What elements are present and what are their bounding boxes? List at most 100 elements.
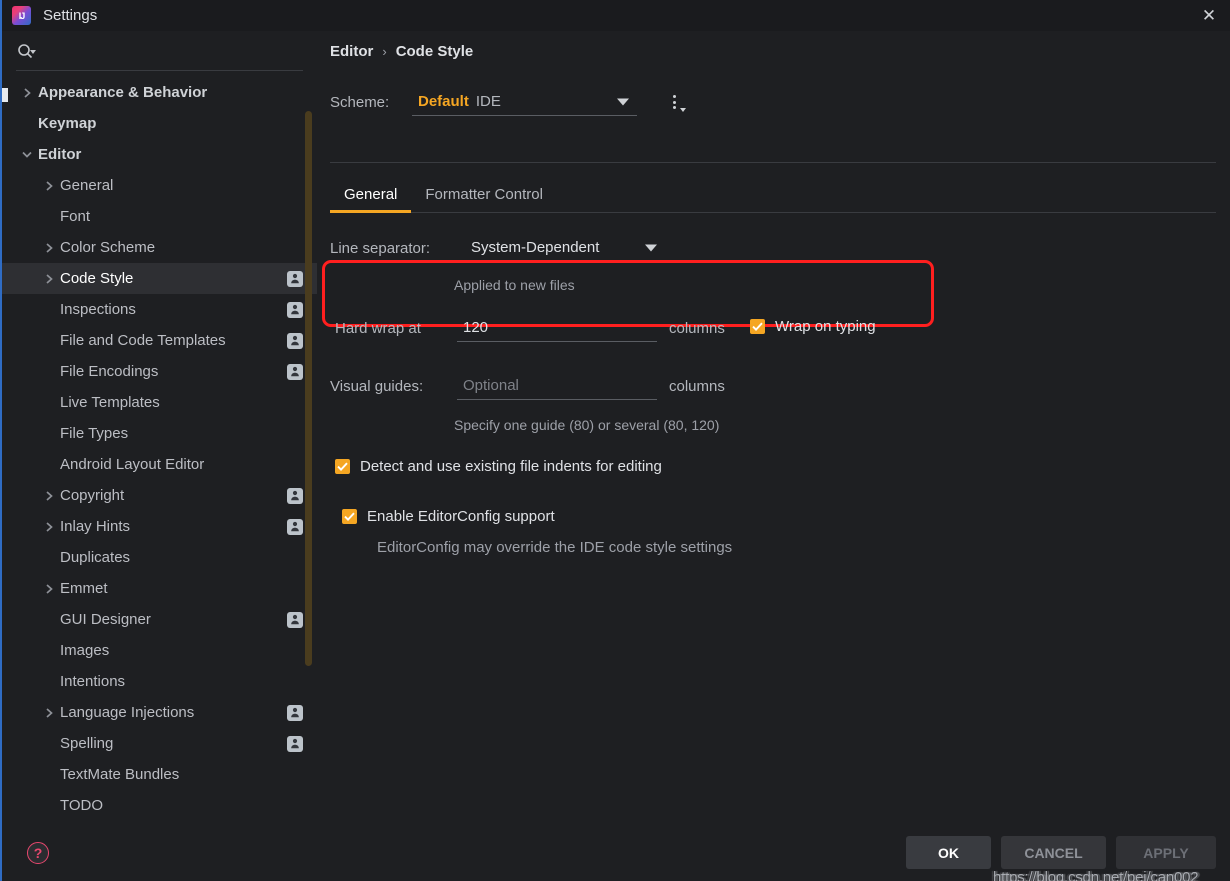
- sidebar-item-emmet[interactable]: Emmet: [2, 573, 317, 604]
- sidebar-item-color-scheme[interactable]: Color Scheme: [2, 232, 317, 263]
- tab-label: General: [344, 185, 398, 203]
- breadcrumb-current: Code Style: [395, 43, 474, 60]
- help-question-icon[interactable]: ?: [27, 842, 49, 864]
- sidebar-item-language-injections[interactable]: Language Injections: [2, 697, 317, 728]
- sidebar-item-gui-designer[interactable]: GUI Designer: [2, 604, 317, 635]
- sidebar-item-label: Intentions: [60, 673, 126, 690]
- sidebar-item-file-and-code-templates[interactable]: File and Code Templates: [2, 325, 317, 356]
- chevron-right-icon[interactable]: [38, 263, 60, 294]
- sidebar-item-label: TODO: [60, 797, 104, 814]
- window-title: Settings: [43, 7, 98, 24]
- sidebar-item-textmate-bundles[interactable]: TextMate Bundles: [2, 759, 317, 790]
- search-input[interactable]: [38, 37, 303, 64]
- sidebar-item-editor[interactable]: Editor: [2, 139, 317, 170]
- chevron-right-icon[interactable]: [38, 232, 60, 263]
- intellij-idea-logo: [12, 6, 31, 25]
- scheme-value-secondary: IDE: [475, 93, 501, 110]
- sidebar-item-label: File Types: [60, 425, 129, 442]
- visual-guides-field[interactable]: [457, 372, 657, 400]
- chevron-right-icon[interactable]: [38, 170, 60, 201]
- tab-formatter-control[interactable]: Formatter Control: [411, 176, 557, 212]
- sidebar-item-inlay-hints[interactable]: Inlay Hints: [2, 511, 317, 542]
- sidebar-item-label: Copyright: [60, 487, 125, 504]
- checkbox-checked-icon: [342, 509, 357, 524]
- visual-guides-hint: Specify one guide (80) or several (80, 1…: [454, 417, 720, 433]
- sidebar-item-inspections[interactable]: Inspections: [2, 294, 317, 325]
- sidebar-item-live-templates[interactable]: Live Templates: [2, 387, 317, 418]
- settings-tree: Appearance & Behavior Keymap Editor General…: [2, 77, 317, 821]
- sidebar-item-appearance-behavior[interactable]: Appearance & Behavior: [2, 77, 317, 108]
- sidebar-item-copyright[interactable]: Copyright: [2, 480, 317, 511]
- sidebar-item-todo[interactable]: TODO: [2, 790, 317, 821]
- sidebar-item-label: Emmet: [60, 580, 108, 597]
- sidebar-item-file-types[interactable]: File Types: [2, 418, 317, 449]
- sidebar-item-code-style[interactable]: Code Style: [2, 263, 317, 294]
- sidebar-item-keymap[interactable]: Keymap: [2, 108, 317, 139]
- sidebar-item-label: TextMate Bundles: [60, 766, 180, 783]
- sidebar-item-label: Android Layout Editor: [60, 456, 205, 473]
- hard-wrap-input[interactable]: [463, 319, 651, 336]
- chevron-right-icon[interactable]: [38, 511, 60, 542]
- sidebar-item-duplicates[interactable]: Duplicates: [2, 542, 317, 573]
- tab-label: Formatter Control: [425, 185, 543, 203]
- sidebar-item-intentions[interactable]: Intentions: [2, 666, 317, 697]
- sidebar-item-spelling[interactable]: Spelling: [2, 728, 317, 759]
- sidebar-item-images[interactable]: Images: [2, 635, 317, 666]
- breadcrumb-parent[interactable]: Editor: [330, 43, 373, 60]
- sidebar-item-label: Spelling: [60, 735, 114, 752]
- header-divider: [330, 162, 1216, 163]
- scheme-dropdown[interactable]: Default IDE: [412, 88, 637, 116]
- wrap-on-typing-checkbox[interactable]: Wrap on typing: [750, 318, 876, 335]
- sidebar-item-file-encodings[interactable]: File Encodings: [2, 356, 317, 387]
- tab-general[interactable]: General: [330, 176, 412, 213]
- profile-scope-icon: [287, 704, 303, 721]
- sidebar-item-label: Language Injections: [60, 704, 195, 721]
- editorconfig-hint: EditorConfig may override the IDE code s…: [377, 539, 733, 556]
- line-separator-dropdown[interactable]: System-Dependent: [465, 234, 665, 262]
- ok-button[interactable]: OK: [906, 836, 991, 869]
- hard-wrap-row: Hard wrap at columns: [335, 314, 725, 342]
- sidebar-item-android-layout-editor[interactable]: Android Layout Editor: [2, 449, 317, 480]
- apply-button[interactable]: APPLY: [1116, 836, 1216, 869]
- sidebar-item-label: GUI Designer: [60, 611, 151, 628]
- more-options-icon[interactable]: [663, 89, 686, 115]
- chevron-right-icon[interactable]: [38, 573, 60, 604]
- profile-scope-icon: [287, 735, 303, 752]
- profile-scope-icon: [287, 611, 303, 628]
- settings-main-panel: Editor › Code Style Scheme: Default IDE …: [317, 31, 1230, 881]
- chevron-right-icon[interactable]: [16, 77, 38, 108]
- search-box[interactable]: [16, 31, 303, 71]
- sidebar-item-label: File and Code Templates: [60, 332, 226, 349]
- cancel-button[interactable]: CANCEL: [1001, 836, 1106, 869]
- sidebar-item-label: Editor: [38, 146, 82, 163]
- sidebar-item-label: Color Scheme: [60, 239, 156, 256]
- close-icon[interactable]: ✕: [1186, 0, 1230, 31]
- profile-scope-icon: [287, 487, 303, 504]
- visual-guides-label: Visual guides:: [330, 377, 424, 395]
- scheme-row: Scheme: Default IDE: [330, 88, 686, 116]
- chevron-down-icon[interactable]: [16, 139, 38, 170]
- sidebar-item-label: Duplicates: [60, 549, 131, 566]
- chevron-right-icon[interactable]: [38, 697, 60, 728]
- line-separator-hint: Applied to new files: [454, 277, 575, 293]
- sidebar-item-label: General: [60, 177, 114, 194]
- sidebar-scrollbar[interactable]: [305, 111, 312, 666]
- sidebar-item-general[interactable]: General: [2, 170, 317, 201]
- editorconfig-checkbox[interactable]: Enable EditorConfig support: [342, 508, 555, 525]
- chevron-right-icon[interactable]: [38, 480, 60, 511]
- hard-wrap-field[interactable]: [457, 314, 657, 342]
- sidebar-item-font[interactable]: Font: [2, 201, 317, 232]
- visual-guides-input[interactable]: [463, 377, 651, 394]
- sidebar-item-label: Font: [60, 208, 91, 225]
- detect-indents-checkbox[interactable]: Detect and use existing file indents for…: [335, 458, 662, 475]
